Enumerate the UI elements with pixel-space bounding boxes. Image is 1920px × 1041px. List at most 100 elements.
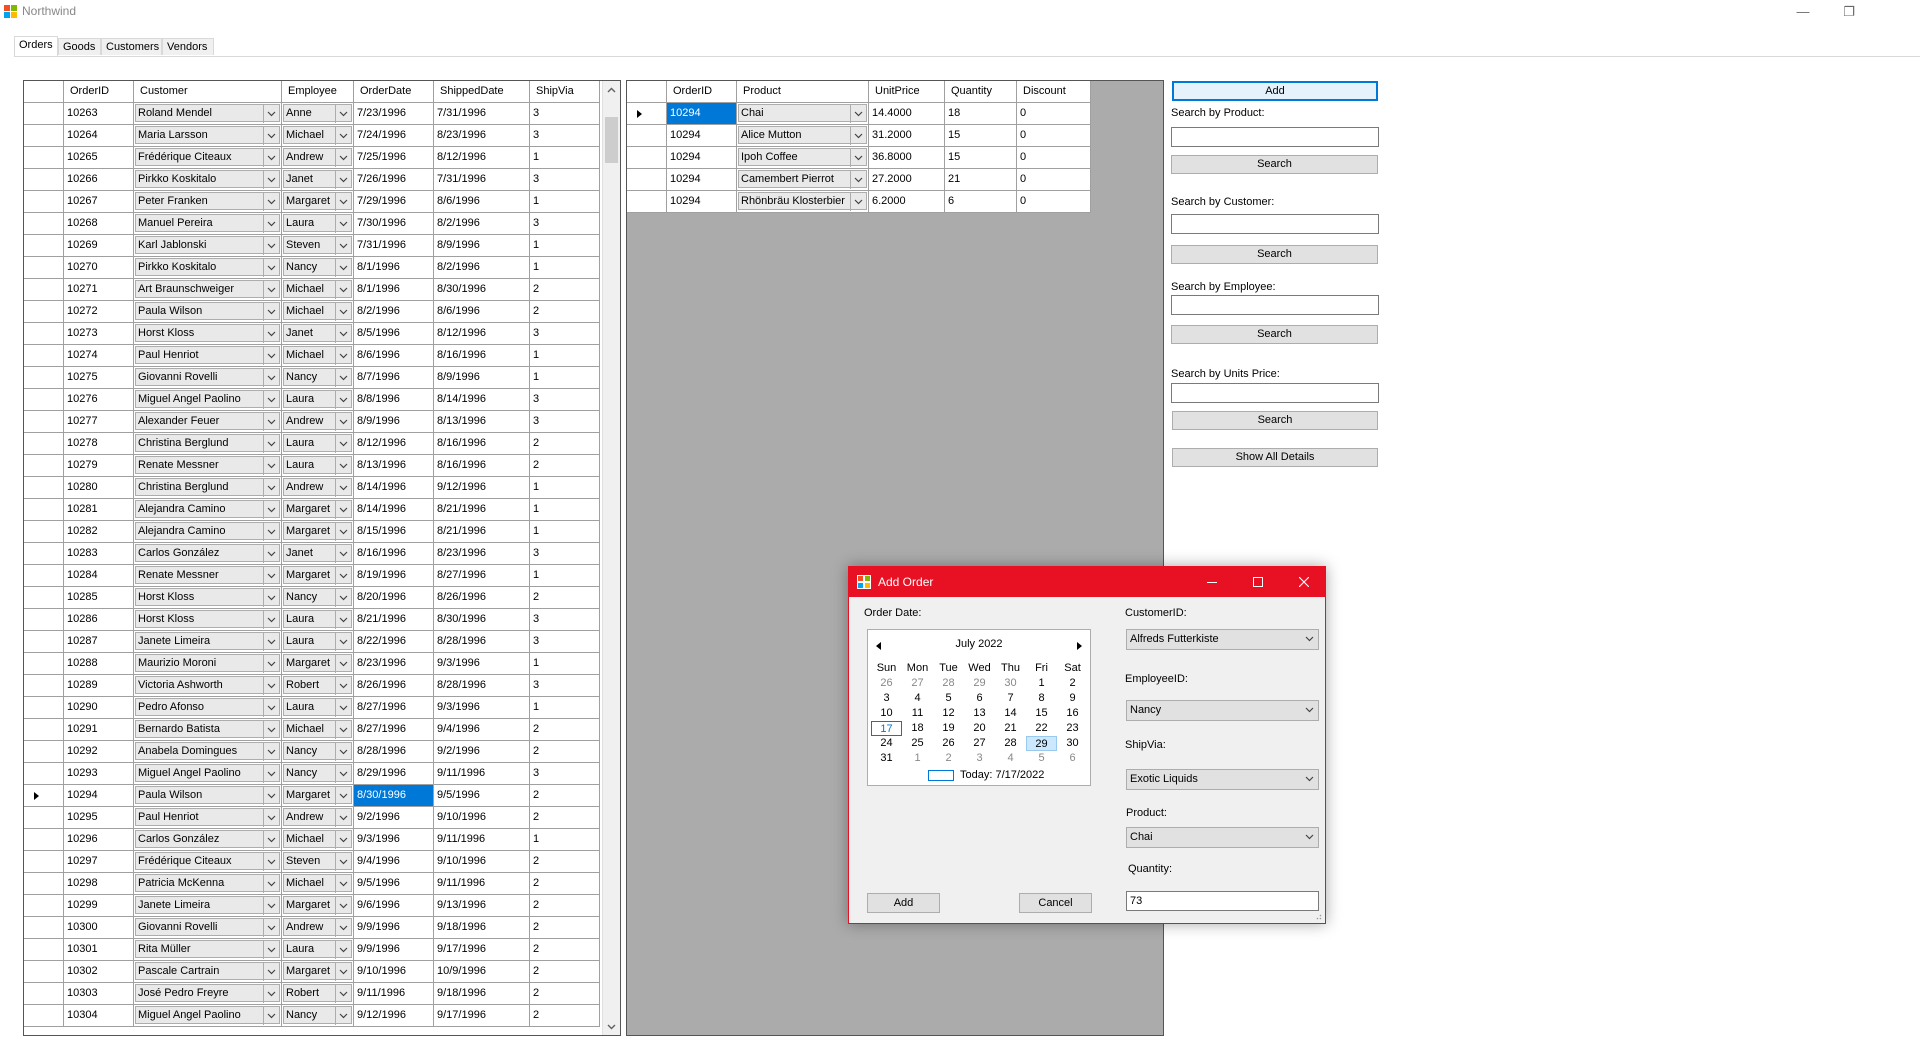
cell-shippeddate[interactable]: 8/2/1996 bbox=[434, 257, 530, 279]
chevron-down-icon[interactable] bbox=[335, 985, 351, 1003]
employee-id-combo[interactable]: Nancy bbox=[1126, 700, 1319, 721]
chevron-down-icon[interactable] bbox=[263, 435, 279, 453]
chevron-down-icon[interactable] bbox=[263, 171, 279, 189]
cell-employee[interactable]: Anne bbox=[282, 103, 354, 125]
calendar-day[interactable]: 17 bbox=[871, 721, 902, 736]
cell-shipvia[interactable]: 2 bbox=[530, 961, 600, 983]
cell-shippeddate[interactable]: 8/23/1996 bbox=[434, 543, 530, 565]
combo-box[interactable]: Laura bbox=[283, 214, 352, 233]
cell-shipvia[interactable]: 2 bbox=[530, 983, 600, 1005]
column-header-product[interactable]: Product bbox=[737, 81, 869, 103]
cell-shippeddate[interactable]: 9/18/1996 bbox=[434, 983, 530, 1005]
calendar-day[interactable]: 7 bbox=[995, 691, 1026, 706]
chevron-down-icon[interactable] bbox=[335, 787, 351, 805]
combo-box[interactable]: Camembert Pierrot bbox=[738, 170, 867, 189]
cell-shippeddate[interactable]: 9/10/1996 bbox=[434, 807, 530, 829]
calendar-next-icon[interactable] bbox=[1077, 642, 1082, 650]
chevron-down-icon[interactable] bbox=[263, 897, 279, 915]
row-header[interactable] bbox=[627, 103, 667, 125]
cell-employee[interactable]: Michael bbox=[282, 125, 354, 147]
cell-orderdate[interactable]: 8/30/1996 bbox=[354, 785, 434, 807]
combo-box[interactable]: Andrew bbox=[283, 478, 352, 497]
cell-unitprice[interactable]: 27.2000 bbox=[869, 169, 945, 191]
cell-shippeddate[interactable]: 8/2/1996 bbox=[434, 213, 530, 235]
combo-box[interactable]: Manuel Pereira bbox=[135, 214, 280, 233]
cell-shippeddate[interactable]: 9/18/1996 bbox=[434, 917, 530, 939]
row-header[interactable] bbox=[24, 1005, 64, 1027]
show-all-details-button[interactable]: Show All Details bbox=[1172, 448, 1378, 467]
combo-box[interactable]: Laura bbox=[283, 940, 352, 959]
cell-shippeddate[interactable]: 8/12/1996 bbox=[434, 147, 530, 169]
tab-orders[interactable]: Orders bbox=[14, 36, 58, 56]
combo-box[interactable]: Pedro Afonso bbox=[135, 698, 280, 717]
cell-customer[interactable]: Frédérique Citeaux bbox=[134, 851, 282, 873]
cell-customer[interactable]: Horst Kloss bbox=[134, 609, 282, 631]
cell-orderdate[interactable]: 8/27/1996 bbox=[354, 697, 434, 719]
cell-orderdate[interactable]: 8/22/1996 bbox=[354, 631, 434, 653]
chevron-down-icon[interactable] bbox=[335, 567, 351, 585]
calendar-day[interactable]: 15 bbox=[1026, 706, 1057, 721]
row-header[interactable] bbox=[24, 103, 64, 125]
cell-orderid[interactable]: 10265 bbox=[64, 147, 134, 169]
combo-box[interactable]: Andrew bbox=[283, 808, 352, 827]
combo-box[interactable]: José Pedro Freyre bbox=[135, 984, 280, 1003]
cell-employee[interactable]: Margaret bbox=[282, 191, 354, 213]
cell-shipvia[interactable]: 2 bbox=[530, 895, 600, 917]
cell-customer[interactable]: Maurizio Moroni bbox=[134, 653, 282, 675]
chevron-down-icon[interactable] bbox=[335, 611, 351, 629]
restore-button[interactable]: ❐ bbox=[1826, 0, 1872, 23]
row-header[interactable] bbox=[24, 587, 64, 609]
calendar-day[interactable]: 11 bbox=[902, 706, 933, 721]
cell-shippeddate[interactable]: 8/12/1996 bbox=[434, 323, 530, 345]
cell-employee[interactable]: Andrew bbox=[282, 147, 354, 169]
combo-box[interactable]: Carlos González bbox=[135, 544, 280, 563]
combo-box[interactable]: Laura bbox=[283, 390, 352, 409]
cell-customer[interactable]: Janete Limeira bbox=[134, 631, 282, 653]
cell-customer[interactable]: Alejandra Camino bbox=[134, 521, 282, 543]
row-header[interactable] bbox=[24, 873, 64, 895]
combo-box[interactable]: Pirkko Koskitalo bbox=[135, 170, 280, 189]
cell-orderid[interactable]: 10281 bbox=[64, 499, 134, 521]
cell-shipvia[interactable]: 1 bbox=[530, 697, 600, 719]
dialog-add-button[interactable]: Add bbox=[867, 893, 940, 913]
cell-orderdate[interactable]: 9/9/1996 bbox=[354, 917, 434, 939]
chevron-down-icon[interactable] bbox=[335, 831, 351, 849]
cell-orderdate[interactable]: 8/19/1996 bbox=[354, 565, 434, 587]
combo-box[interactable]: Margaret bbox=[283, 522, 352, 541]
cell-employee[interactable]: Laura bbox=[282, 213, 354, 235]
row-header[interactable] bbox=[24, 631, 64, 653]
row-header[interactable] bbox=[24, 191, 64, 213]
chevron-down-icon[interactable] bbox=[263, 545, 279, 563]
cell-shipvia[interactable]: 2 bbox=[530, 851, 600, 873]
calendar-day[interactable]: 21 bbox=[995, 721, 1026, 736]
calendar-day[interactable]: 14 bbox=[995, 706, 1026, 721]
tab-goods[interactable]: Goods bbox=[58, 38, 101, 55]
chevron-down-icon[interactable] bbox=[335, 479, 351, 497]
combo-box[interactable]: Carlos González bbox=[135, 830, 280, 849]
cell-customer[interactable]: Peter Franken bbox=[134, 191, 282, 213]
scroll-down-icon[interactable] bbox=[603, 1018, 620, 1035]
dialog-titlebar[interactable]: Add Order bbox=[849, 567, 1325, 597]
combo-box[interactable]: Art Braunschweiger bbox=[135, 280, 280, 299]
cell-shipvia[interactable]: 1 bbox=[530, 499, 600, 521]
orders-grid-scrollbar[interactable] bbox=[602, 81, 620, 1035]
cell-shipvia[interactable]: 3 bbox=[530, 213, 600, 235]
cell-customer[interactable]: Paula Wilson bbox=[134, 301, 282, 323]
cell-customer[interactable]: Paul Henriot bbox=[134, 345, 282, 367]
row-header[interactable] bbox=[24, 609, 64, 631]
cell-shipvia[interactable]: 1 bbox=[530, 235, 600, 257]
combo-box[interactable]: Michael bbox=[283, 346, 352, 365]
cell-orderdate[interactable]: 8/16/1996 bbox=[354, 543, 434, 565]
combo-box[interactable]: Alejandra Camino bbox=[135, 522, 280, 541]
chevron-down-icon[interactable] bbox=[335, 413, 351, 431]
cell-orderid[interactable]: 10301 bbox=[64, 939, 134, 961]
cell-discount[interactable]: 0 bbox=[1017, 147, 1091, 169]
cell-orderdate[interactable]: 8/9/1996 bbox=[354, 411, 434, 433]
row-header[interactable] bbox=[24, 433, 64, 455]
calendar-day[interactable]: 1 bbox=[902, 751, 933, 766]
calendar-day[interactable]: 26 bbox=[871, 676, 902, 691]
chevron-down-icon[interactable] bbox=[335, 457, 351, 475]
calendar-day[interactable]: 2 bbox=[1057, 676, 1088, 691]
combo-box[interactable]: Rita Müller bbox=[135, 940, 280, 959]
calendar-day[interactable]: 29 bbox=[1026, 736, 1057, 751]
